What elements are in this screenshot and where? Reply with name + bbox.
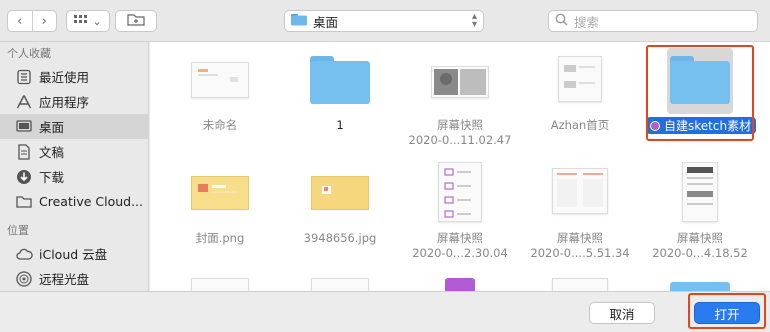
view-options-button[interactable]: ⌄ (66, 10, 110, 32)
selected-file-name: 自建sketch素材 (646, 117, 757, 134)
document-icon (15, 143, 33, 161)
folder-item[interactable]: 1 (280, 42, 400, 162)
purple-tag-icon (650, 120, 660, 131)
favorites-section-title: 个人收藏 (7, 47, 51, 60)
sidebar-item-icloud[interactable]: iCloud 云盘 (0, 241, 148, 266)
sidebar-item-applications[interactable]: 应用程序 (0, 89, 148, 114)
sidebar-item-label: 最近使用 (39, 70, 90, 85)
file-item[interactable] (520, 278, 640, 291)
download-icon (15, 168, 33, 186)
file-thumbnail (445, 278, 475, 291)
sidebar-item-label: 下载 (39, 170, 65, 185)
sidebar-item-label: Creative Cloud... (39, 194, 144, 209)
search-placeholder: 搜索 (574, 14, 600, 30)
file-name: 3948656.jpg (303, 231, 377, 245)
file-thumbnail (552, 278, 608, 291)
sidebar-item-creative-cloud[interactable]: Creative Cloud... (0, 189, 148, 214)
sidebar-item-label: 桌面 (39, 120, 65, 135)
file-grid: 未命名 1 屏幕快照 2020-0...11.02.47 Azhan首页 自建sk… (150, 42, 770, 291)
nav-buttons: ‹ › (7, 10, 57, 32)
sidebar-item-desktop[interactable]: 桌面 (0, 114, 148, 139)
folder-icon (15, 193, 33, 211)
cancel-button[interactable]: 取消 (589, 302, 655, 324)
sidebar-item-downloads[interactable]: 下载 (0, 164, 148, 189)
chevron-down-icon: ⌄ (92, 14, 102, 28)
file-thumbnail (191, 278, 249, 291)
sidebar-item-remote-disc[interactable]: 远程光盘 (0, 266, 148, 291)
sidebar-item-label: iCloud 云盘 (39, 247, 108, 262)
forward-button[interactable]: › (33, 11, 57, 31)
folder-item[interactable] (640, 278, 760, 291)
sidebar-item-recents[interactable]: 最近使用 (0, 64, 148, 89)
file-item[interactable]: 屏幕快照 2020-0....5.51.34 (520, 162, 640, 282)
file-thumbnail (311, 176, 369, 210)
search-input[interactable]: 搜索 (548, 10, 758, 32)
toolbar: ‹ › ⌄ 桌面 ▴ ▾ 搜索 (0, 0, 770, 42)
bottom-bar: 取消 打开 (0, 291, 770, 332)
file-item[interactable] (400, 278, 520, 291)
file-item[interactable]: 屏幕快照 2020-0...11.02.47 (400, 42, 520, 162)
file-item[interactable] (160, 278, 280, 291)
file-name: 封面.png (195, 231, 245, 245)
file-name: Azhan首页 (550, 118, 610, 132)
folder-icon (670, 56, 730, 104)
file-name: 屏幕快照 2020-0....5.51.34 (530, 231, 630, 260)
file-name: 1 (336, 118, 344, 132)
new-folder-icon (127, 13, 145, 30)
file-name: 屏幕快照 2020-0...4.18.52 (652, 231, 748, 260)
file-thumbnail (311, 278, 369, 291)
file-item[interactable]: 屏幕快照 2020-0...4.18.52 (640, 162, 760, 282)
sidebar-item-label: 远程光盘 (39, 272, 90, 287)
file-name: 未命名 (202, 118, 238, 132)
file-item[interactable]: 未命名 (160, 42, 280, 162)
file-name: 屏幕快照 2020-0...2.30.04 (412, 231, 508, 260)
updown-chevron-icon: ▴ ▾ (471, 11, 477, 30)
applications-icon (15, 93, 33, 111)
locations-section-title: 位置 (7, 224, 29, 237)
folder-item-selected[interactable]: 自建sketch素材 (640, 42, 760, 162)
file-thumbnail (191, 62, 249, 98)
sidebar-item-documents[interactable]: 文稿 (0, 139, 148, 164)
new-folder-button[interactable] (115, 10, 157, 32)
sidebar-item-label: 文稿 (39, 145, 65, 160)
file-item[interactable] (280, 278, 400, 291)
sidebar: 个人收藏 最近使用 应用程序 桌面 文稿 下载 Creative Cloud.. (0, 42, 149, 291)
cloud-icon (15, 245, 33, 263)
open-button[interactable]: 打开 (694, 302, 760, 324)
location-label: 桌面 (313, 14, 339, 30)
folder-icon (670, 282, 730, 291)
sidebar-item-label: 应用程序 (39, 95, 90, 110)
file-thumbnail (431, 66, 489, 98)
file-name: 屏幕快照 2020-0...11.02.47 (408, 118, 512, 147)
clock-icon (15, 68, 33, 86)
folder-icon (310, 56, 370, 104)
folder-icon (291, 13, 307, 29)
file-thumbnail (558, 56, 602, 102)
file-thumbnail (552, 168, 608, 214)
file-thumbnail (191, 176, 249, 210)
file-item[interactable]: Azhan首页 (520, 42, 640, 162)
desktop-icon (15, 118, 33, 136)
location-popup[interactable]: 桌面 ▴ ▾ (284, 10, 484, 32)
file-thumbnail (438, 162, 482, 222)
back-button[interactable]: ‹ (8, 11, 33, 31)
disc-icon (15, 270, 33, 288)
file-item[interactable]: 屏幕快照 2020-0...2.30.04 (400, 162, 520, 282)
grid-icon (74, 14, 88, 29)
file-item[interactable]: 3948656.jpg (280, 162, 400, 282)
search-icon (555, 13, 568, 29)
file-thumbnail (682, 162, 718, 222)
file-item[interactable]: 封面.png (160, 162, 280, 282)
